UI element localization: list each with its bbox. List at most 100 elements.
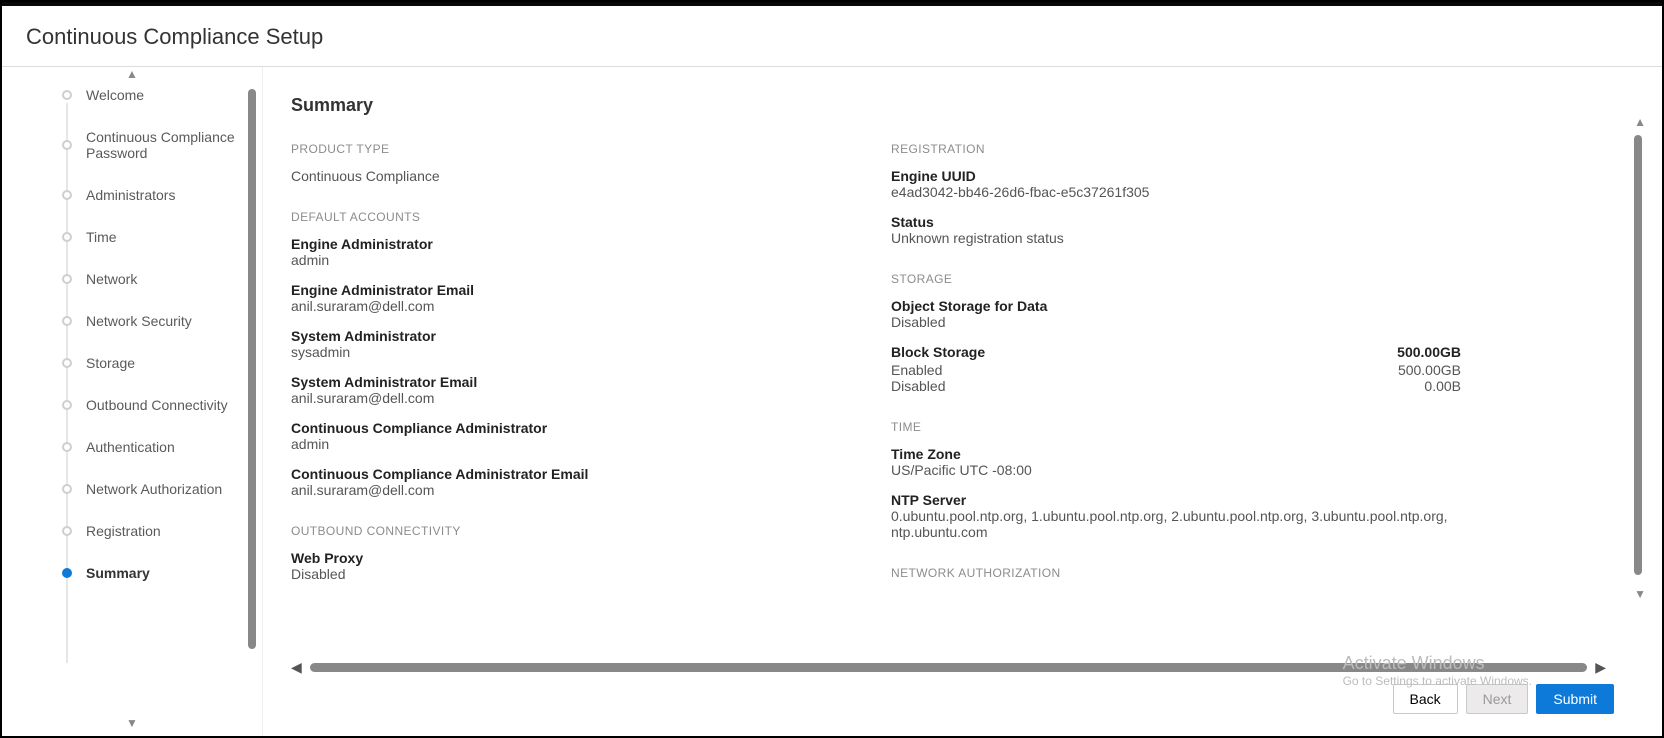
section-default-accounts: DEFAULT ACCOUNTS	[291, 210, 851, 224]
engine-admin-email-label: Engine Administrator Email	[291, 282, 851, 298]
object-storage-label: Object Storage for Data	[891, 298, 1461, 314]
step-dot-icon	[62, 442, 72, 452]
web-proxy-value: Disabled	[291, 566, 851, 582]
web-proxy: Web Proxy Disabled	[291, 550, 851, 582]
summary-panel: Summary PRODUCT TYPE Continuous Complian…	[262, 67, 1662, 736]
engine-admin-email: Engine Administrator Email anil.suraram@…	[291, 282, 851, 314]
wizard-step[interactable]: Network Authorization	[62, 481, 244, 497]
content-horizontal-scrollbar-thumb[interactable]	[310, 663, 1587, 672]
sys-admin-email-value: anil.suraram@dell.com	[291, 390, 851, 406]
engine-admin-email-value: anil.suraram@dell.com	[291, 298, 851, 314]
wizard-sidebar: ▲ WelcomeContinuous Compliance PasswordA…	[2, 67, 262, 736]
wizard-step[interactable]: Storage	[62, 355, 244, 371]
content-scroll-up-icon[interactable]: ▲	[1634, 115, 1646, 129]
summary-left-column: PRODUCT TYPE Continuous Compliance DEFAU…	[291, 142, 851, 596]
step-dot-icon	[62, 190, 72, 200]
wizard-step[interactable]: Continuous Compliance Password	[62, 129, 244, 161]
content-horizontal-scrollbar: ◀ ▶	[291, 659, 1606, 676]
step-label: Welcome	[86, 87, 144, 103]
wizard-step[interactable]: Network Security	[62, 313, 244, 329]
step-dot-icon	[62, 484, 72, 494]
back-button[interactable]: Back	[1393, 684, 1458, 714]
time-zone: Time Zone US/Pacific UTC -08:00	[891, 446, 1461, 478]
submit-button[interactable]: Submit	[1536, 684, 1614, 714]
web-proxy-label: Web Proxy	[291, 550, 851, 566]
wizard-step-list: Welcome Continuous Compliance Password Adm…	[2, 67, 262, 736]
engine-uuid-value: e4ad3042-bb46-26d6-fbac-e5c37261f305	[891, 184, 1461, 200]
step-label: Summary	[86, 565, 150, 581]
block-storage-enabled-value: 500.00GB	[1398, 362, 1461, 378]
engine-uuid: Engine UUID e4ad3042-bb46-26d6-fbac-e5c3…	[891, 168, 1461, 200]
page-title: Continuous Compliance Setup	[26, 24, 1638, 50]
step-label: Administrators	[86, 187, 175, 203]
step-label: Network Authorization	[86, 481, 222, 497]
cc-admin-value: admin	[291, 436, 851, 452]
wizard-footer: Back Next Submit	[291, 676, 1634, 724]
content-scroll-right-icon[interactable]: ▶	[1595, 659, 1606, 676]
registration-status-label: Status	[891, 214, 1461, 230]
step-dot-icon	[62, 526, 72, 536]
registration-status-value: Unknown registration status	[891, 230, 1461, 246]
step-dot-icon	[62, 568, 72, 578]
block-storage-total: 500.00GB	[1397, 344, 1461, 362]
cc-admin-email-value: anil.suraram@dell.com	[291, 482, 851, 498]
step-label: Storage	[86, 355, 135, 371]
section-outbound: OUTBOUND CONNECTIVITY	[291, 524, 851, 538]
sys-admin: System Administrator sysadmin	[291, 328, 851, 360]
section-product-type: PRODUCT TYPE	[291, 142, 851, 156]
time-zone-label: Time Zone	[891, 446, 1461, 462]
cc-admin-label: Continuous Compliance Administrator	[291, 420, 851, 436]
page-header: Continuous Compliance Setup	[2, 6, 1662, 67]
next-button: Next	[1466, 684, 1529, 714]
summary-right-column: REGISTRATION Engine UUID e4ad3042-bb46-2…	[891, 142, 1461, 596]
ntp-server-label: NTP Server	[891, 492, 1461, 508]
content-vertical-scrollbar[interactable]	[1634, 135, 1642, 575]
product-type-value: Continuous Compliance	[291, 168, 851, 184]
block-storage-disabled-value: 0.00B	[1424, 378, 1461, 394]
engine-admin-label: Engine Administrator	[291, 236, 851, 252]
step-dot-icon	[62, 232, 72, 242]
wizard-step[interactable]: Outbound Connectivity	[62, 397, 244, 413]
wizard-step[interactable]: Network	[62, 271, 244, 287]
block-storage: Block Storage 500.00GB Enabled 500.00GB …	[891, 344, 1461, 394]
sys-admin-label: System Administrator	[291, 328, 851, 344]
engine-admin: Engine Administrator admin	[291, 236, 851, 268]
block-storage-label: Block Storage	[891, 344, 985, 360]
step-dot-icon	[62, 90, 72, 100]
object-storage: Object Storage for Data Disabled	[891, 298, 1461, 330]
section-network-authorization: NETWORK AUTHORIZATION	[891, 566, 1461, 580]
sys-admin-value: sysadmin	[291, 344, 851, 360]
wizard-step[interactable]: Time	[62, 229, 244, 245]
section-time: TIME	[891, 420, 1461, 434]
step-dot-icon	[62, 140, 72, 150]
section-storage: STORAGE	[891, 272, 1461, 286]
block-storage-disabled-label: Disabled	[891, 378, 945, 394]
cc-admin-email: Continuous Compliance Administrator Emai…	[291, 466, 851, 498]
step-label: Time	[86, 229, 117, 245]
cc-admin: Continuous Compliance Administrator admi…	[291, 420, 851, 452]
wizard-step[interactable]: Summary	[62, 565, 244, 581]
wizard-step[interactable]: Administrators	[62, 187, 244, 203]
step-dot-icon	[62, 316, 72, 326]
step-label: Network	[86, 271, 137, 287]
step-dot-icon	[62, 358, 72, 368]
step-label: Continuous Compliance Password	[86, 129, 244, 161]
wizard-step[interactable]: Welcome	[62, 87, 244, 103]
step-dot-icon	[62, 400, 72, 410]
step-label: Network Security	[86, 313, 192, 329]
block-storage-enabled-label: Enabled	[891, 362, 942, 378]
time-zone-value: US/Pacific UTC -08:00	[891, 462, 1461, 478]
content-scroll-down-icon[interactable]: ▼	[1634, 587, 1646, 601]
sys-admin-email-label: System Administrator Email	[291, 374, 851, 390]
wizard-step[interactable]: Registration	[62, 523, 244, 539]
sidebar-scrollbar[interactable]	[248, 89, 256, 649]
engine-uuid-label: Engine UUID	[891, 168, 1461, 184]
engine-admin-value: admin	[291, 252, 851, 268]
section-registration: REGISTRATION	[891, 142, 1461, 156]
ntp-server-value: 0.ubuntu.pool.ntp.org, 1.ubuntu.pool.ntp…	[891, 508, 1461, 540]
wizard-step[interactable]: Authentication	[62, 439, 244, 455]
summary-title: Summary	[291, 95, 1634, 116]
step-label: Registration	[86, 523, 161, 539]
sidebar-scroll-down-icon[interactable]: ▼	[126, 716, 138, 730]
content-scroll-left-icon[interactable]: ◀	[291, 659, 302, 676]
